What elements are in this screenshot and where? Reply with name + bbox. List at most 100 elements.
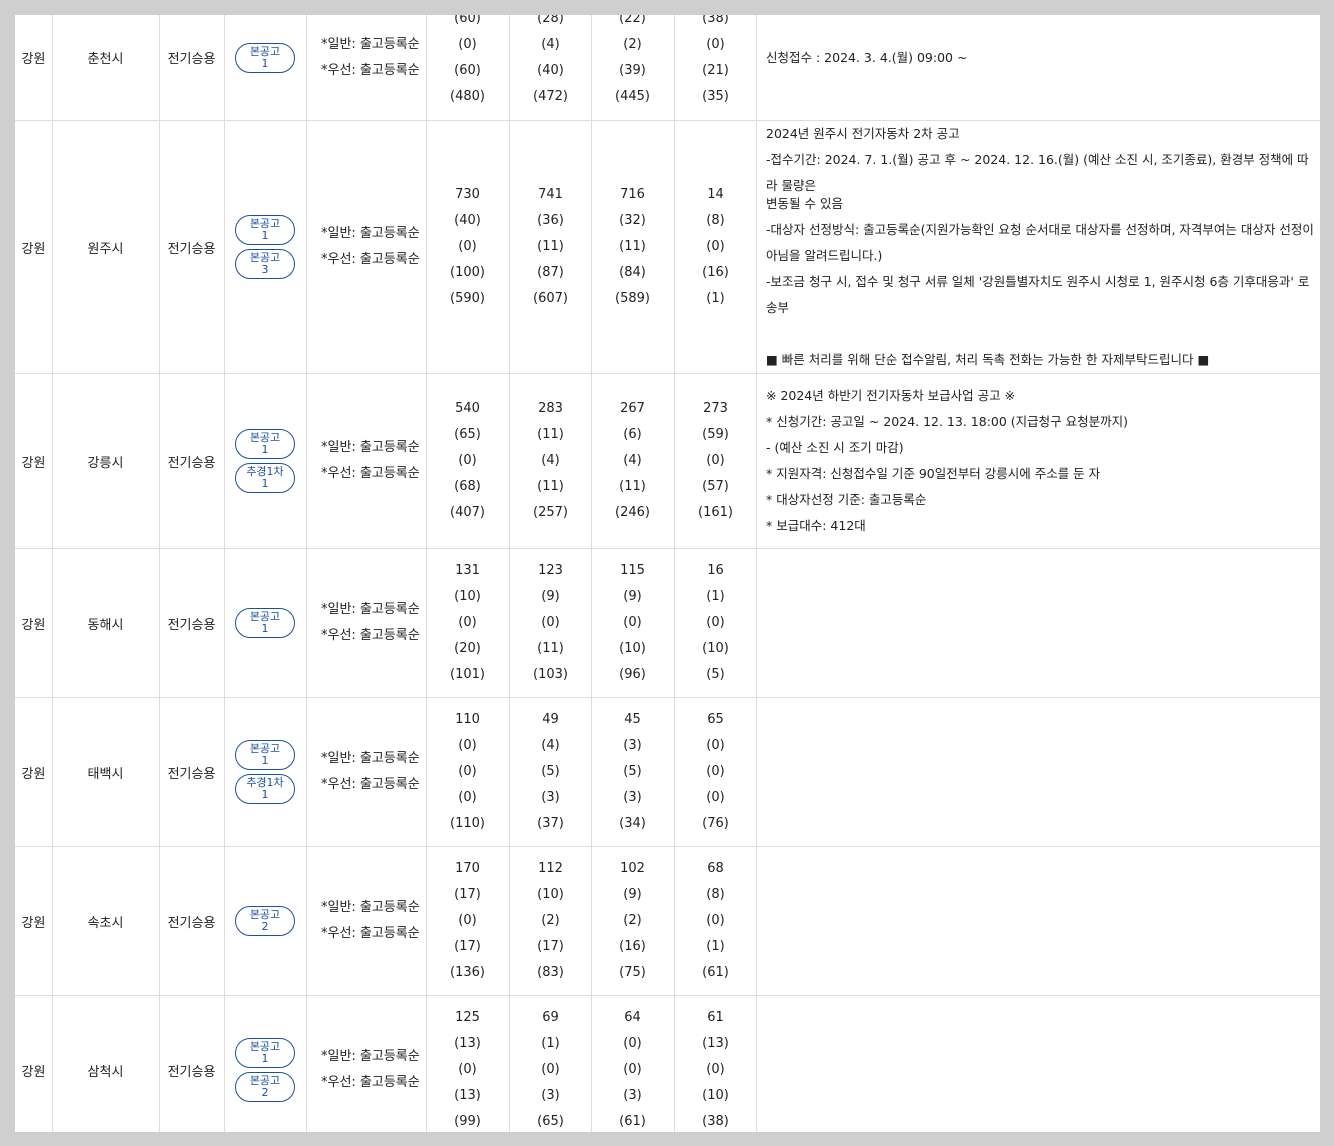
notice-cell: 본공고 1 본공고 3: [224, 121, 306, 373]
vehicle-type-cell: 전기승용: [159, 996, 224, 1132]
quantity-value: (0): [458, 1062, 477, 1077]
selection-method-cell: *일반: 출고등록순 *우선: 출고등록순: [306, 549, 426, 697]
quantity-value: (28): [537, 15, 564, 26]
quantity-value: 69: [542, 1010, 559, 1025]
quantity-value: (445): [615, 88, 650, 104]
notes-line: ■ 빠른 처리를 위해 단순 접수알림, 처리 독촉 전화는 가능한 한 자제부…: [766, 352, 1210, 367]
subsidy-table: 강원 춘천시 전기승용 본공고 1 *일반: 출고등록순 *우선: 출고등록순 (60) (0)…: [15, 15, 1320, 1132]
quantity-value: (0): [458, 615, 477, 630]
quantity-value: (0): [623, 1036, 642, 1051]
notes-line: -대상자 선정방식: 출고등록순(지원가능확인 요청 순서대로 대상자를 선정하…: [766, 222, 1314, 237]
quantity-value: (17): [537, 939, 564, 954]
quantity-value: (4): [541, 738, 560, 753]
quantity-value: (607): [533, 291, 568, 306]
vehicle-type: 전기승용: [167, 1064, 216, 1080]
quantity-value: (246): [615, 505, 650, 520]
vehicle-type-cell: 전기승용: [159, 121, 224, 373]
table-row: 강원 속초시 전기승용 본공고 2 *일반: 출고등록순 *우선: 출고등록순 170 (17)…: [15, 847, 1320, 996]
notice-button[interactable]: 본공고 2: [235, 906, 295, 936]
notes-line: * 보급대수: 412대: [766, 518, 866, 533]
quantity-value: 16: [707, 563, 724, 578]
quantity-value: (0): [458, 913, 477, 928]
notice-button-number: 1: [261, 622, 269, 635]
quantity-value: 61: [707, 1010, 724, 1025]
method-priority: *우선: 출고등록순: [321, 628, 420, 643]
quantity-value: (17): [454, 939, 481, 954]
notes-cell: [757, 698, 1320, 846]
quantity-value: (17): [454, 887, 481, 902]
quantity-value: (99): [454, 1114, 481, 1129]
quantity-value: (136): [450, 965, 485, 980]
quantity-value: (87): [537, 265, 564, 280]
table-row: 강원 삼척시 전기승용 본공고 1 본공고 2 *일반: 출고등록순 *우선: 출고등록순 125…: [15, 996, 1320, 1132]
quantity-value: (5): [706, 667, 725, 682]
quantity-cell: 115 (9) (0) (10) (96): [591, 549, 674, 697]
quantity-value: 102: [620, 861, 645, 876]
notice-button-number: 1: [261, 229, 269, 242]
quantity-value: (21): [702, 62, 729, 78]
notice-button[interactable]: 본공고 1: [235, 608, 295, 638]
city-name: 춘천시: [87, 52, 124, 67]
quantity-cell: 125 (13) (0) (13) (99): [426, 996, 509, 1132]
method-priority: *우선: 출고등록순: [321, 777, 420, 792]
vehicle-type: 전기승용: [167, 766, 216, 782]
notice-button[interactable]: 본공고 1: [235, 1038, 295, 1068]
region-cell: 강원: [15, 374, 52, 548]
quantity-cell: 64 (0) (0) (3) (61): [591, 996, 674, 1132]
notes-line: - (예산 소진 시 조기 마감): [766, 440, 904, 455]
quantity-value: (11): [619, 479, 646, 494]
city-name: 속초시: [87, 915, 124, 931]
quantity-cell: (22) (2) (39) (445): [591, 15, 674, 120]
notice-button[interactable]: 본공고 1: [235, 215, 295, 245]
notice-button[interactable]: 본공고 2: [235, 1072, 295, 1102]
quantity-value: (480): [450, 88, 485, 104]
quantity-value: (11): [537, 479, 564, 494]
quantity-cell: 273 (59) (0) (57) (161): [674, 374, 757, 548]
quantity-value: (10): [454, 589, 481, 604]
notice-button[interactable]: 추경1차 1: [235, 774, 295, 804]
city-cell: 속초시: [52, 847, 159, 995]
notice-button[interactable]: 본공고 3: [235, 249, 295, 279]
quantity-value: (1): [706, 939, 725, 954]
quantity-value: 110: [455, 712, 480, 727]
selection-method-cell: *일반: 출고등록순 *우선: 출고등록순: [306, 847, 426, 995]
quantity-cell: 170 (17) (0) (17) (136): [426, 847, 509, 995]
region-cell: 강원: [15, 698, 52, 846]
quantity-value: (0): [706, 913, 725, 928]
city-name: 삼척시: [87, 1064, 124, 1080]
quantity-value: (11): [537, 641, 564, 656]
quantity-value: (3): [541, 790, 560, 805]
notes-cell: [757, 549, 1320, 697]
quantity-value: (0): [706, 764, 725, 779]
selection-method-cell: *일반: 출고등록순 *우선: 출고등록순: [306, 996, 426, 1132]
region-cell: 강원: [15, 847, 52, 995]
quantity-cell: 16 (1) (0) (10) (5): [674, 549, 757, 697]
quantity-value: (35): [702, 88, 729, 104]
quantity-cell: (60) (0) (60) (480): [426, 15, 509, 120]
quantity-value: (0): [706, 239, 725, 254]
quantity-value: (65): [537, 1114, 564, 1129]
notes-line: * 지원자격: 신청접수일 기준 90일전부터 강릉시에 주소를 둔 자: [766, 466, 1101, 481]
notice-button[interactable]: 추경1차 1: [235, 463, 295, 493]
region-label: 강원: [21, 241, 46, 257]
quantity-value: (60): [454, 62, 481, 78]
quantity-value: (84): [619, 265, 646, 280]
notes-line: * 신청기간: 공고일 ~ 2024. 12. 13. 18:00 (지급청구 …: [766, 414, 1129, 429]
quantity-value: (589): [615, 291, 650, 306]
quantity-value: (6): [623, 427, 642, 442]
quantity-value: (0): [458, 453, 477, 468]
method-general: *일반: 출고등록순: [321, 602, 420, 617]
notice-cell: 본공고 1: [224, 15, 306, 120]
city-name: 강릉시: [87, 455, 124, 471]
quantity-value: (22): [619, 15, 646, 26]
quantity-value: (257): [533, 505, 568, 520]
notice-button-number: 1: [261, 1052, 269, 1065]
table-row: 강원 원주시 전기승용 본공고 1 본공고 3 *일반: 출고등록순 *우선: 출고등록순 730…: [15, 121, 1320, 374]
notice-button[interactable]: 본공고 1: [235, 429, 295, 459]
quantity-value: (20): [454, 641, 481, 656]
quantity-value: (16): [702, 265, 729, 280]
notice-button[interactable]: 본공고 1: [235, 42, 295, 73]
region-label: 강원: [21, 766, 46, 782]
quantity-value: (0): [706, 453, 725, 468]
notice-button[interactable]: 본공고 1: [235, 740, 295, 770]
